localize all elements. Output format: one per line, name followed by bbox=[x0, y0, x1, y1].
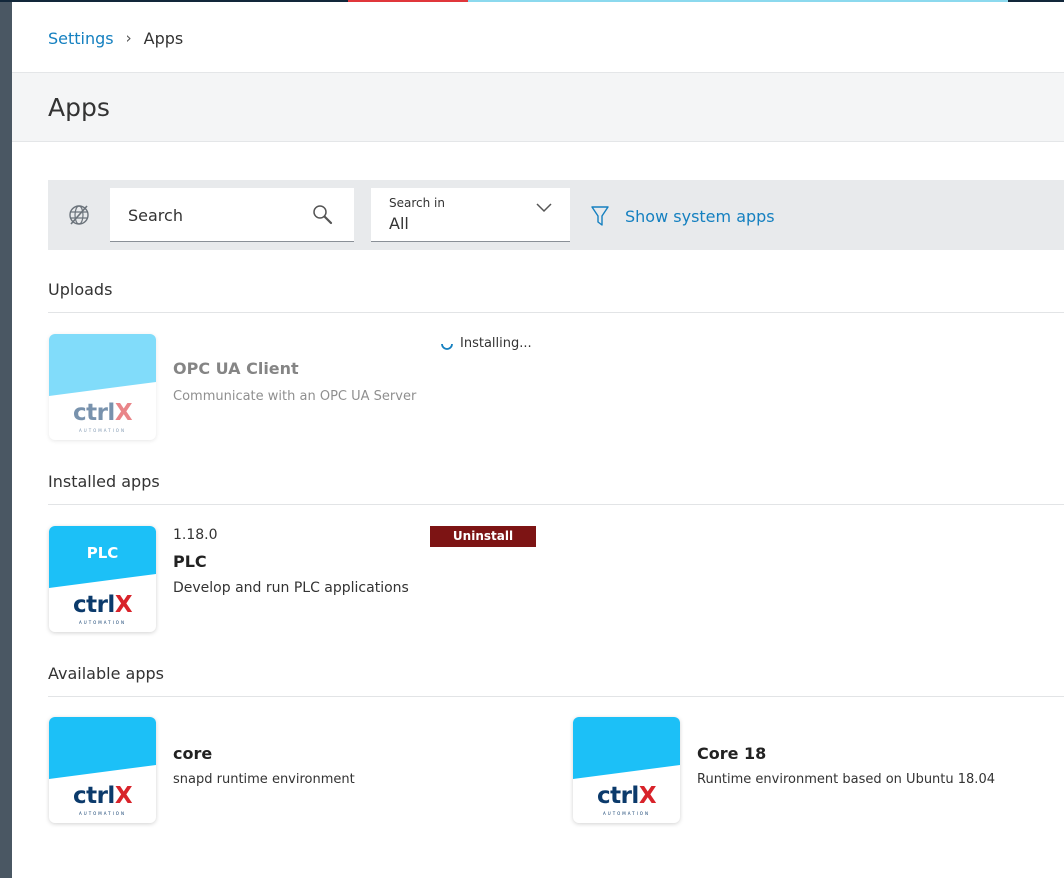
ctrlx-logo: ctrlX bbox=[72, 592, 133, 618]
app-name: Core 18 bbox=[697, 744, 767, 763]
ctrlx-logo: ctrlX bbox=[72, 400, 133, 426]
search-field bbox=[110, 188, 354, 242]
breadcrumb-separator: › bbox=[125, 29, 132, 47]
section-title-installed: Installed apps bbox=[48, 472, 160, 491]
filter-toolbar: Search in All Show system apps bbox=[48, 180, 1064, 250]
app-description: snapd runtime environment bbox=[173, 772, 355, 787]
ctrlx-logo-subtitle: AUTOMATION bbox=[79, 811, 126, 816]
app-tile-core[interactable]: ctrlX AUTOMATION bbox=[49, 717, 156, 823]
app-name: core bbox=[173, 744, 213, 763]
breadcrumb-settings-link[interactable]: Settings bbox=[48, 29, 114, 48]
breadcrumb-current: Apps bbox=[143, 28, 184, 48]
page-header: Apps bbox=[12, 72, 1064, 142]
uninstall-button[interactable]: Uninstall bbox=[430, 526, 536, 547]
section-title-uploads: Uploads bbox=[48, 280, 113, 299]
show-system-apps-label: Show system apps bbox=[625, 206, 775, 226]
section-title-available: Available apps bbox=[48, 664, 164, 683]
app-tile-core-18[interactable]: ctrlX AUTOMATION bbox=[573, 717, 680, 823]
app-description: Runtime environment based on Ubuntu 18.0… bbox=[697, 772, 995, 787]
app-name: OPC UA Client bbox=[173, 359, 299, 378]
search-in-select[interactable]: Search in All bbox=[371, 188, 570, 242]
search-in-label: Search in bbox=[389, 196, 445, 210]
search-input[interactable] bbox=[128, 202, 308, 228]
ctrlx-logo-subtitle: AUTOMATION bbox=[79, 620, 126, 625]
divider bbox=[48, 312, 1064, 313]
sidebar-edge bbox=[0, 2, 12, 878]
search-in-value: All bbox=[389, 214, 409, 233]
ctrlx-logo: ctrlX bbox=[596, 783, 657, 809]
search-icon[interactable] bbox=[310, 203, 334, 227]
install-status-text: Installing... bbox=[460, 336, 532, 351]
breadcrumb: Settings › Apps bbox=[48, 27, 183, 49]
ctrlx-logo: ctrlX bbox=[72, 783, 133, 809]
globe-crossed-icon[interactable] bbox=[66, 202, 92, 228]
apps-panel: Settings › Apps Apps Search in All bbox=[12, 2, 1064, 878]
ctrlx-logo-subtitle: AUTOMATION bbox=[603, 811, 650, 816]
app-description: Communicate with an OPC UA Server bbox=[173, 389, 417, 404]
show-system-apps-button[interactable]: Show system apps bbox=[591, 202, 775, 230]
app-description: Develop and run PLC applications bbox=[173, 580, 409, 596]
app-name: PLC bbox=[173, 552, 207, 571]
divider bbox=[48, 504, 1064, 505]
spinner-icon bbox=[441, 343, 453, 350]
app-tile-plc[interactable]: PLC ctrlX AUTOMATION bbox=[49, 526, 156, 632]
app-version: 1.18.0 bbox=[173, 527, 218, 543]
chevron-down-icon bbox=[536, 203, 552, 213]
page-title: Apps bbox=[48, 93, 110, 122]
app-tile-opc-ua-client[interactable]: ctrlX AUTOMATION bbox=[49, 334, 156, 440]
filter-icon bbox=[591, 206, 609, 226]
ctrlx-logo-subtitle: AUTOMATION bbox=[79, 428, 126, 433]
install-status: Installing... bbox=[440, 336, 532, 351]
divider bbox=[48, 696, 1064, 697]
app-tile-label: PLC bbox=[86, 544, 119, 562]
